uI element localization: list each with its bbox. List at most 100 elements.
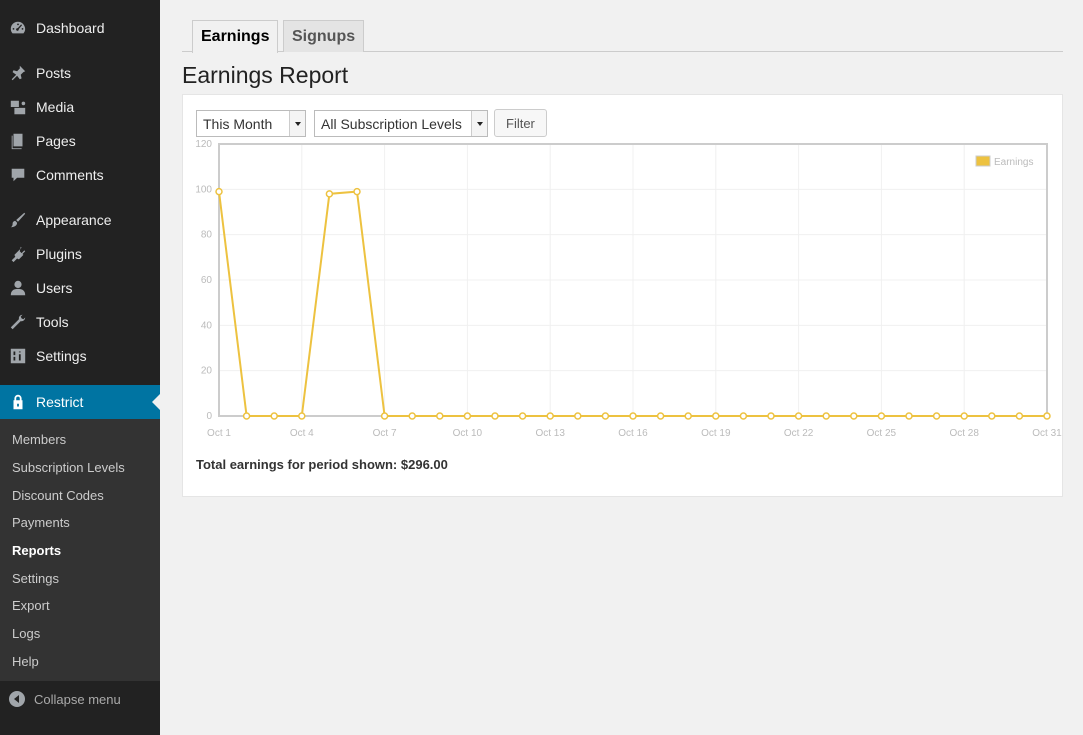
data-point	[546, 412, 554, 420]
y-tick-label: 20	[201, 366, 213, 377]
submenu-item-members[interactable]: Members	[0, 426, 160, 454]
sidebar-item-label: Restrict	[36, 394, 84, 410]
x-axis-ticks: Oct 1 Oct 4 Oct 7 Oct 10 Oct 13 Oct 16 Oct 19 O…	[207, 428, 1062, 439]
sidebar-item-settings[interactable]: Settings	[0, 339, 160, 373]
period-select-value: This Month	[203, 115, 273, 132]
chevron-down-icon	[289, 111, 305, 136]
x-tick-label: Oct 28	[949, 428, 979, 439]
sidebar-item-label: Users	[36, 280, 73, 296]
x-tick-label: Oct 4	[290, 428, 314, 439]
y-tick-label: 40	[201, 320, 213, 331]
filter-button[interactable]: Filter	[494, 109, 547, 137]
sidebar-item-label: Media	[36, 99, 75, 115]
submenu-item-settings[interactable]: Settings	[0, 564, 160, 592]
tab-signups[interactable]: Signups	[283, 20, 365, 52]
x-tick-label: Oct 1	[207, 428, 231, 439]
sidebar-item-label: Appearance	[36, 212, 112, 228]
chart-legend: Earnings	[975, 155, 1033, 168]
data-point	[215, 187, 223, 196]
earnings-chart: 0 20 40 60 80 100 120 Oct 1 Oct 4 Oct 7 Oct 10 Oct…	[195, 139, 1062, 439]
x-tick-label: Oct 13	[535, 428, 565, 439]
sidebar-item-tools[interactable]: Tools	[0, 305, 160, 339]
restrict-submenu: Members Subscription Levels Discount Cod…	[0, 419, 160, 681]
data-point	[463, 412, 472, 420]
admin-sidebar: Dashboard Posts Media Pages Comments App…	[0, 0, 160, 735]
legend-swatch	[975, 155, 991, 167]
y-tick-label: 0	[206, 411, 212, 422]
data-point	[601, 412, 610, 420]
submenu-item-reports[interactable]: Reports	[0, 537, 160, 565]
data-point	[408, 412, 416, 420]
data-point	[822, 412, 830, 420]
sidebar-item-label: Plugins	[36, 246, 82, 262]
sidebar-item-label: Dashboard	[36, 20, 105, 36]
data-point	[629, 412, 637, 420]
sidebar-item-label: Tools	[36, 314, 69, 330]
collapse-arrow-icon	[0, 691, 34, 707]
dashboard-icon	[0, 11, 36, 45]
report-tabs: Earnings Signups	[182, 18, 1063, 53]
data-point	[325, 190, 334, 198]
x-tick-label: Oct 7	[373, 428, 397, 439]
subscription-level-select-value: All Subscription Levels	[321, 115, 462, 132]
sidebar-item-media[interactable]: Media	[0, 90, 160, 124]
x-tick-label: Oct 10	[453, 428, 483, 439]
data-point	[574, 412, 582, 420]
data-point	[1015, 412, 1024, 420]
collapse-menu-button[interactable]: Collapse menu	[0, 682, 160, 716]
sidebar-item-restrict[interactable]: Restrict	[0, 385, 160, 419]
submenu-item-discount-codes[interactable]: Discount Codes	[0, 481, 160, 509]
data-point	[988, 412, 996, 420]
pages-icon	[0, 124, 36, 158]
tab-earnings[interactable]: Earnings	[192, 20, 279, 53]
x-tick-label: Oct 16	[618, 428, 648, 439]
data-point	[1043, 412, 1051, 420]
data-point	[270, 412, 278, 420]
data-point	[353, 187, 361, 196]
data-point	[877, 412, 886, 420]
sidebar-item-plugins[interactable]: Plugins	[0, 237, 160, 271]
data-point	[960, 412, 968, 420]
data-point	[242, 412, 251, 420]
data-point	[656, 412, 665, 420]
data-point	[518, 412, 527, 420]
data-point	[712, 412, 720, 420]
submenu-item-subscription-levels[interactable]: Subscription Levels	[0, 454, 160, 482]
y-tick-label: 120	[195, 139, 212, 150]
user-icon	[0, 271, 36, 305]
sidebar-item-appearance[interactable]: Appearance	[0, 203, 160, 237]
comment-icon	[0, 158, 36, 192]
sidebar-item-pages[interactable]: Pages	[0, 124, 160, 158]
sidebar-item-comments[interactable]: Comments	[0, 158, 160, 192]
data-point	[298, 412, 306, 420]
settings-sliders-icon	[0, 339, 36, 373]
y-tick-label: 80	[201, 230, 213, 241]
data-point	[380, 412, 389, 420]
chevron-down-icon	[471, 111, 487, 136]
submenu-item-payments[interactable]: Payments	[0, 509, 160, 537]
data-point	[739, 412, 748, 420]
plugin-icon	[0, 237, 36, 271]
data-point	[932, 412, 941, 420]
lock-icon	[0, 385, 36, 419]
submenu-item-help[interactable]: Help	[0, 648, 160, 676]
sidebar-item-label: Pages	[36, 133, 76, 149]
chart-grid	[218, 143, 1048, 417]
page-title: Earnings Report	[182, 62, 349, 88]
pin-icon	[0, 56, 36, 90]
wrench-icon	[0, 305, 36, 339]
sidebar-item-label: Settings	[36, 348, 87, 364]
data-point	[905, 412, 913, 420]
y-tick-label: 60	[201, 275, 213, 286]
sidebar-item-users[interactable]: Users	[0, 271, 160, 305]
data-point	[794, 412, 803, 420]
period-select[interactable]: This Month	[196, 110, 306, 137]
y-tick-label: 100	[195, 184, 212, 195]
submenu-item-logs[interactable]: Logs	[0, 620, 160, 648]
x-tick-label: Oct 31	[1032, 428, 1062, 439]
sidebar-item-posts[interactable]: Posts	[0, 56, 160, 90]
subscription-level-select[interactable]: All Subscription Levels	[314, 110, 488, 137]
submenu-item-export[interactable]: Export	[0, 592, 160, 620]
sidebar-item-dashboard[interactable]: Dashboard	[0, 11, 160, 45]
legend-label: Earnings	[994, 157, 1033, 168]
